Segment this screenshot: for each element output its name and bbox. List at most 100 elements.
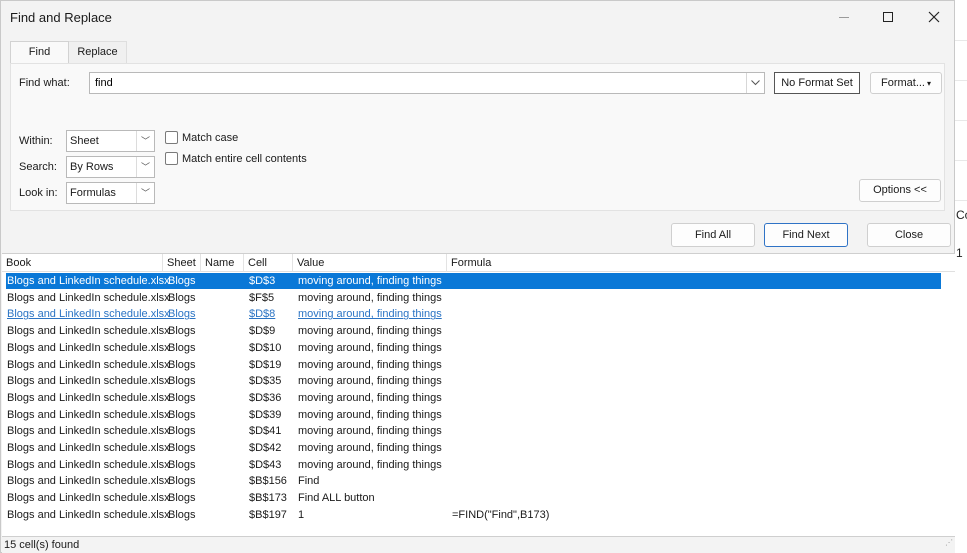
cell-cell: $D$10 [249,341,282,354]
find-all-button[interactable]: Find All [671,223,755,247]
background-spreadsheet: Co 1 [953,0,967,553]
cell-book: Blogs and LinkedIn schedule.xlsx [7,341,170,354]
cell-sheet: Blogs [168,325,196,338]
table-row[interactable]: Blogs and LinkedIn schedule.xlsx Blogs $D$… [6,440,941,456]
search-select[interactable]: By Rows ﹀ [66,156,155,178]
cell-value: moving around, finding things [298,358,442,371]
match-entire-checkbox[interactable] [165,152,178,165]
search-value: By Rows [70,161,114,173]
cell-book: Blogs and LinkedIn schedule.xlsx [7,375,170,388]
maximize-button[interactable] [865,1,911,33]
table-row[interactable]: Blogs and LinkedIn schedule.xlsx Blogs $D$… [6,373,941,389]
background-cell-text: 1 [956,246,963,260]
within-select[interactable]: Sheet ﹀ [66,130,155,152]
cell-book: Blogs and LinkedIn schedule.xlsx [7,475,170,488]
column-header-cell[interactable]: Cell [244,254,293,272]
cell-value: moving around, finding things [298,408,442,421]
cell-cell: $D$41 [249,425,282,438]
table-row[interactable]: Blogs and LinkedIn schedule.xlsx Blogs $D$… [6,407,941,423]
results-list[interactable]: Book Sheet Name Cell Value Formula Blogs… [2,253,955,536]
table-row[interactable]: Blogs and LinkedIn schedule.xlsx Blogs $D$… [6,457,941,473]
cell-sheet: Blogs [168,458,196,471]
table-row[interactable]: Blogs and LinkedIn schedule.xlsx Blogs $D$… [6,340,941,356]
find-what-combobox[interactable] [89,72,765,94]
cell-sheet: Blogs [168,308,196,321]
cell-sheet: Blogs [168,275,196,287]
table-row[interactable]: Blogs and LinkedIn schedule.xlsx Blogs $D$… [6,390,941,406]
look-in-select[interactable]: Formulas ﹀ [66,182,155,204]
cell-sheet: Blogs [168,425,196,438]
column-header-name[interactable]: Name [201,254,244,272]
table-row[interactable]: Blogs and LinkedIn schedule.xlsx Blogs $B$… [6,490,941,506]
cell-cell: $B$156 [249,475,287,488]
table-row[interactable]: Blogs and LinkedIn schedule.xlsx Blogs $F$… [6,290,941,306]
cell-cell: $D$36 [249,391,282,404]
table-row[interactable]: Blogs and LinkedIn schedule.xlsx Blogs $D$… [6,323,941,339]
options-toggle-button[interactable]: Options << [859,179,941,202]
cell-book: Blogs and LinkedIn schedule.xlsx [7,325,170,338]
cell-cell: $D$9 [249,325,276,338]
cell-book: Blogs and LinkedIn schedule.xlsx [7,442,170,454]
cell-value: moving around, finding things [298,325,442,338]
find-options-panel: Find what: No Format Set Format...▾ With… [10,63,945,211]
close-button[interactable]: Close [867,223,951,247]
tab-replace[interactable]: Replace [69,41,127,63]
cell-cell: $B$173 [249,492,287,505]
cell-formula: =FIND("Find",B173) [452,508,550,521]
table-row[interactable]: Blogs and LinkedIn schedule.xlsx Blogs $B$… [6,473,941,489]
cell-sheet: Blogs [168,358,196,371]
title-bar[interactable]: Find and Replace [1,1,954,35]
cell-sheet: Blogs [168,408,196,421]
table-row[interactable]: Blogs and LinkedIn schedule.xlsx Blogs $D$… [6,423,941,439]
cell-cell: $D$3 [249,275,276,287]
close-window-button[interactable] [911,1,957,33]
cell-sheet: Blogs [168,375,196,388]
status-bar: 15 cell(s) found ⋰ [2,536,955,553]
match-case-label[interactable]: Match case [182,132,238,144]
format-preview: No Format Set [774,72,860,94]
find-what-input[interactable] [90,73,745,93]
cell-value: moving around, finding things [298,442,442,454]
cell-sheet: Blogs [168,475,196,488]
column-header-formula[interactable]: Formula [447,254,955,272]
chevron-down-icon [751,80,760,86]
find-next-button[interactable]: Find Next [764,223,848,247]
table-row[interactable]: Blogs and LinkedIn schedule.xlsx Blogs $D$… [6,357,941,373]
cell-cell: $D$42 [249,442,282,454]
cell-value: 1 [298,508,305,521]
minimize-button[interactable] [821,1,867,33]
cell-value: moving around, finding things [298,291,442,304]
find-what-label: Find what: [19,77,70,89]
cell-value: moving around, finding things [298,275,442,287]
column-header-sheet[interactable]: Sheet [163,254,201,272]
table-row[interactable]: Blogs and LinkedIn schedule.xlsx Blogs $D$… [6,273,941,289]
cell-value: moving around, finding things [298,391,442,404]
cell-book: Blogs and LinkedIn schedule.xlsx [7,291,170,304]
cell-book: Blogs and LinkedIn schedule.xlsx [7,508,170,521]
minimize-icon [839,16,849,18]
within-label: Within: [19,135,53,147]
cell-cell: $B$197 [249,508,287,521]
status-text: 15 cell(s) found [4,539,80,551]
cell-book: Blogs and LinkedIn schedule.xlsx [7,358,170,371]
table-row[interactable]: Blogs and LinkedIn schedule.xlsx Blogs $B$… [6,507,941,523]
format-button[interactable]: Format... ▾ [870,72,942,94]
cell-sheet: Blogs [168,391,196,404]
results-header: Book Sheet Name Cell Value Formula [2,254,955,272]
dialog-title: Find and Replace [10,10,112,25]
cell-value: Find [298,475,320,488]
background-cell-text: Co [956,208,967,222]
dropdown-arrow-icon: ▾ [927,79,932,88]
match-case-checkbox[interactable] [165,131,178,144]
match-entire-label[interactable]: Match entire cell contents [182,153,307,165]
cell-book: Blogs and LinkedIn schedule.xlsx [7,408,170,421]
column-header-book[interactable]: Book [2,254,163,272]
maximize-icon [883,12,893,22]
close-icon [928,11,940,23]
resize-grip-icon[interactable]: ⋰ [945,535,953,551]
column-header-value[interactable]: Value [293,254,447,272]
cell-sheet: Blogs [168,442,196,454]
table-row[interactable]: Blogs and LinkedIn schedule.xlsx Blogs $D$… [6,306,941,322]
find-what-dropdown-button[interactable] [746,73,764,93]
tab-find[interactable]: Find [10,41,69,64]
